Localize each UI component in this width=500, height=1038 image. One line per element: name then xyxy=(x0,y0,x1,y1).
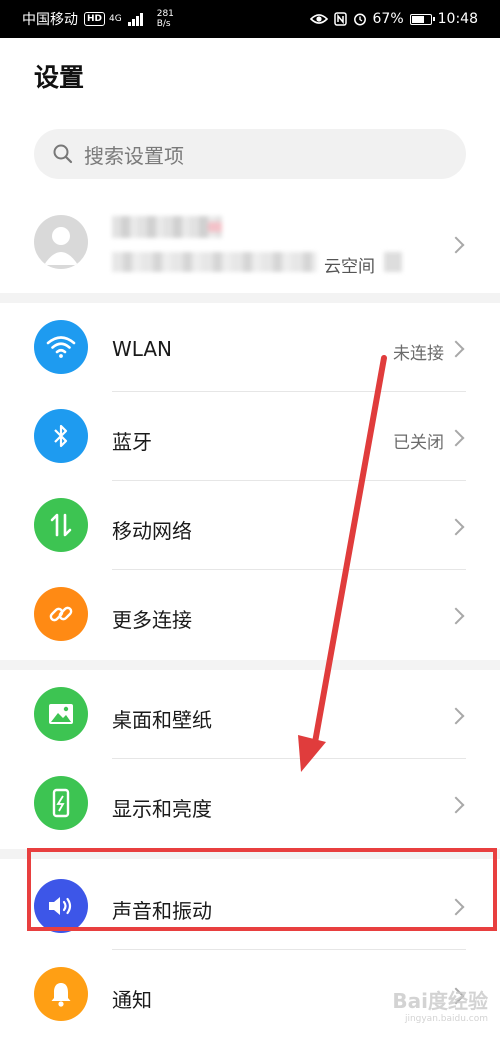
settings-item-label: 更多连接 xyxy=(112,608,192,632)
settings-item-mobile-network[interactable]: 移动网络 xyxy=(0,481,500,570)
clock: 10:48 xyxy=(437,11,478,27)
network-speed: 281 B/s xyxy=(157,9,174,29)
settings-item-bluetooth[interactable]: 蓝牙 已关闭 xyxy=(0,392,500,481)
bluetooth-status: 已关闭 xyxy=(393,433,444,453)
section-separator xyxy=(0,293,500,303)
phone-brightness-icon xyxy=(34,776,88,830)
link-icon xyxy=(34,587,88,641)
watermark-url: jingyan.baidu.com xyxy=(404,1014,488,1024)
speed-value: 281 xyxy=(156,9,174,19)
status-bar: 中国移动 HD 4G 281 B/s 67% 10:48 xyxy=(0,0,500,38)
settings-item-label: 通知 xyxy=(112,988,152,1012)
section-separator xyxy=(0,660,500,670)
wifi-icon xyxy=(34,320,88,374)
search-bar[interactable]: 搜索设置项 xyxy=(34,129,466,179)
chevron-right-icon xyxy=(447,236,465,254)
chevron-right-icon xyxy=(447,796,465,814)
account-name-redacted xyxy=(112,216,222,238)
mobile-data-icon xyxy=(34,498,88,552)
annotation-highlight-box xyxy=(27,848,497,931)
speed-unit: B/s xyxy=(156,19,171,29)
network-type: 4G xyxy=(109,14,122,24)
signal-icon xyxy=(127,12,143,26)
chevron-right-icon xyxy=(447,707,465,725)
account-info-redacted-tail xyxy=(384,252,402,272)
battery-percent: 67% xyxy=(372,11,404,27)
page-title: 设置 xyxy=(34,63,85,92)
settings-item-display[interactable]: 显示和亮度 xyxy=(0,759,500,847)
settings-item-wlan[interactable]: WLAN 未连接 xyxy=(0,303,500,392)
search-placeholder: 搜索设置项 xyxy=(84,143,184,168)
watermark-text: Bai度经验 xyxy=(392,989,488,1013)
hd-badge: HD xyxy=(84,12,106,26)
chevron-right-icon xyxy=(447,607,465,625)
watermark: Bai度经验 jingyan.baidu.com xyxy=(392,985,488,1024)
settings-item-more-connections[interactable]: 更多连接 xyxy=(0,570,500,658)
account-row[interactable]: 云空间 xyxy=(0,200,500,290)
avatar xyxy=(34,215,88,269)
bluetooth-icon xyxy=(34,409,88,463)
search-icon xyxy=(53,144,73,164)
settings-item-label: 移动网络 xyxy=(112,519,192,543)
chevron-right-icon xyxy=(447,518,465,536)
carrier-name: 中国移动 xyxy=(22,12,78,28)
eye-comfort-icon xyxy=(309,14,328,24)
chevron-right-icon xyxy=(447,429,465,447)
account-info-redacted xyxy=(112,252,317,272)
nfc-icon xyxy=(333,12,347,26)
cloud-space-label: 云空间 xyxy=(324,257,375,277)
bell-icon xyxy=(34,967,88,1021)
alarm-icon xyxy=(353,13,366,26)
wlan-status: 未连接 xyxy=(393,344,444,364)
image-icon xyxy=(34,687,88,741)
settings-item-label: WLAN xyxy=(112,337,173,361)
person-icon xyxy=(44,227,78,265)
settings-item-home-wallpaper[interactable]: 桌面和壁纸 xyxy=(0,670,500,759)
settings-item-label: 显示和亮度 xyxy=(112,797,212,821)
settings-item-label: 蓝牙 xyxy=(112,430,152,454)
battery-icon xyxy=(409,13,435,25)
chevron-right-icon xyxy=(447,340,465,358)
settings-item-label: 桌面和壁纸 xyxy=(112,708,212,732)
